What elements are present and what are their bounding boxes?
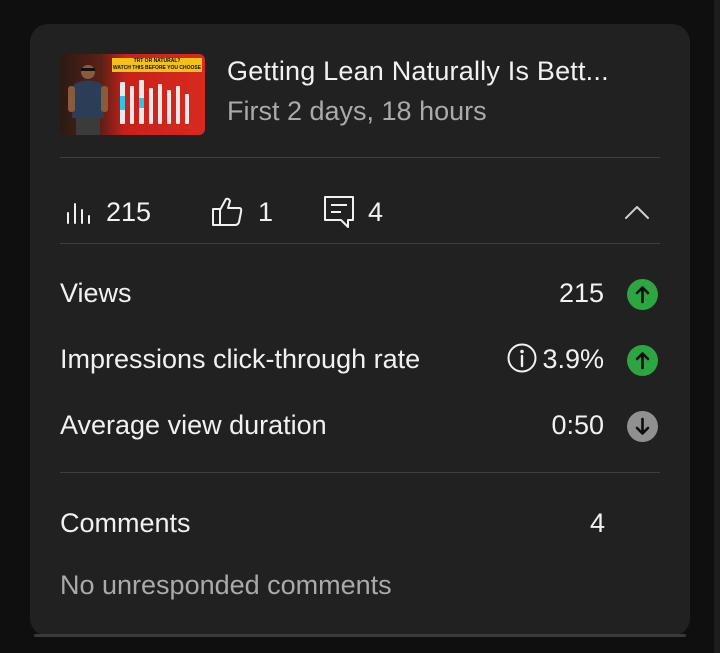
stats-row[interactable]: 215 1 4 xyxy=(60,184,660,240)
arrow-up-circle-icon xyxy=(627,345,658,376)
likes-stat[interactable]: 1 xyxy=(210,184,273,240)
thumbs-up-icon xyxy=(212,197,243,226)
divider xyxy=(60,157,660,158)
divider xyxy=(60,472,660,473)
card-bottom-edge xyxy=(34,634,686,637)
comments-count: 4 xyxy=(590,508,606,538)
metric-views[interactable]: Views 215 xyxy=(60,274,660,314)
thumbnail-syringes xyxy=(120,80,189,124)
video-header[interactable]: TRT OR NATURAL? WATCH THIS BEFORE YOU CH… xyxy=(60,54,660,136)
arrow-up-circle-icon xyxy=(627,279,658,310)
metric-label: Impressions click-through rate xyxy=(60,344,421,374)
video-period: First 2 days, 18 hours xyxy=(227,96,487,126)
video-thumbnail[interactable]: TRT OR NATURAL? WATCH THIS BEFORE YOU CH… xyxy=(60,54,205,135)
metric-avg-view-duration[interactable]: Average view duration 0:50 xyxy=(60,406,660,446)
metric-ctr[interactable]: Impressions click-through rate 3.9% xyxy=(60,340,660,380)
comments-stat[interactable]: 4 xyxy=(322,184,383,240)
views-stat[interactable]: 215 xyxy=(62,184,151,240)
arrow-down-circle-icon xyxy=(627,411,658,442)
video-title[interactable]: Getting Lean Naturally Is Bett... xyxy=(227,56,609,87)
video-analytics-card[interactable]: TRT OR NATURAL? WATCH THIS BEFORE YOU CH… xyxy=(30,24,690,636)
comment-icon xyxy=(324,196,354,228)
metric-label: Views xyxy=(60,278,132,308)
scrollbar-track xyxy=(714,0,720,653)
info-icon[interactable] xyxy=(507,343,537,373)
metric-value: 215 xyxy=(558,278,604,308)
comments-label[interactable]: Comments xyxy=(60,508,191,539)
bar-chart-icon xyxy=(67,203,90,224)
divider xyxy=(60,243,660,244)
thumbnail-banner: TRT OR NATURAL? WATCH THIS BEFORE YOU CH… xyxy=(112,58,202,72)
metric-value: 0:50 xyxy=(551,410,604,440)
metric-value: 3.9% xyxy=(542,344,604,374)
chevron-up-icon[interactable] xyxy=(622,198,652,228)
thumbnail-person xyxy=(68,65,108,135)
comments-count-stat: 4 xyxy=(368,196,384,227)
metric-label: Average view duration xyxy=(60,410,327,440)
likes-count: 1 xyxy=(258,196,274,227)
unresponded-comments-note: No unresponded comments xyxy=(60,570,392,600)
views-count: 215 xyxy=(106,196,152,227)
